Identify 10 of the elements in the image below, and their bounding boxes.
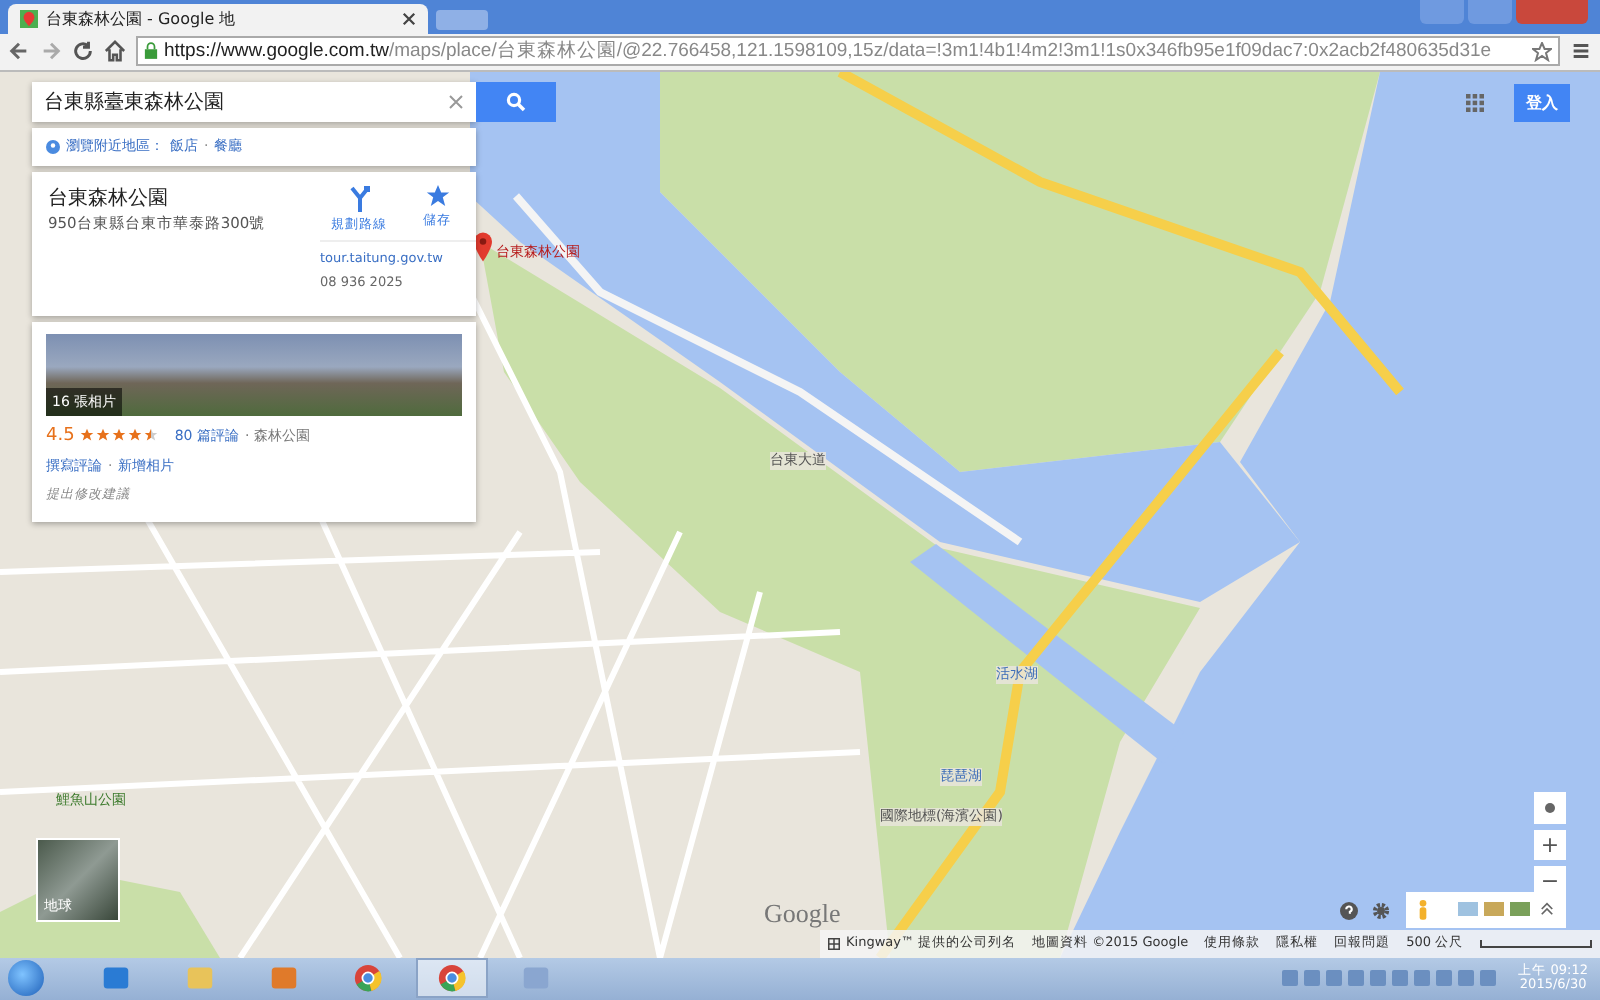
place-name: 台東森林公園 bbox=[48, 185, 170, 212]
url-text: https://www.google.com.tw/maps/place/台東森林公園/@22.766458,121.1598109,15z/data=!3m1!4b1!4m2!3m1!1s0x346fb95e1f09dac7:0x2acb2f480635d31e bbox=[164, 38, 1494, 65]
rating-value: 4.5 bbox=[46, 425, 75, 446]
google-logo: Google bbox=[764, 897, 841, 930]
tab-title: 台東森林公園 - Google 地 bbox=[46, 7, 238, 30]
zoom-in-button[interactable]: + bbox=[1534, 829, 1566, 860]
search-field[interactable]: 台東縣臺東森林公園 bbox=[32, 81, 476, 122]
browser-tab[interactable]: 台東森林公園 - Google 地 bbox=[8, 3, 428, 34]
address-bar[interactable]: https://www.google.com.tw/maps/place/台東森林公園/@22.766458,121.1598109,15z/data=!3m1!4b1!4m2!3m1!1s0x346fb95e1f09dac7:0x2acb2f480635d31e bbox=[136, 36, 1560, 67]
sign-in-button[interactable]: 登入 bbox=[1514, 83, 1570, 122]
